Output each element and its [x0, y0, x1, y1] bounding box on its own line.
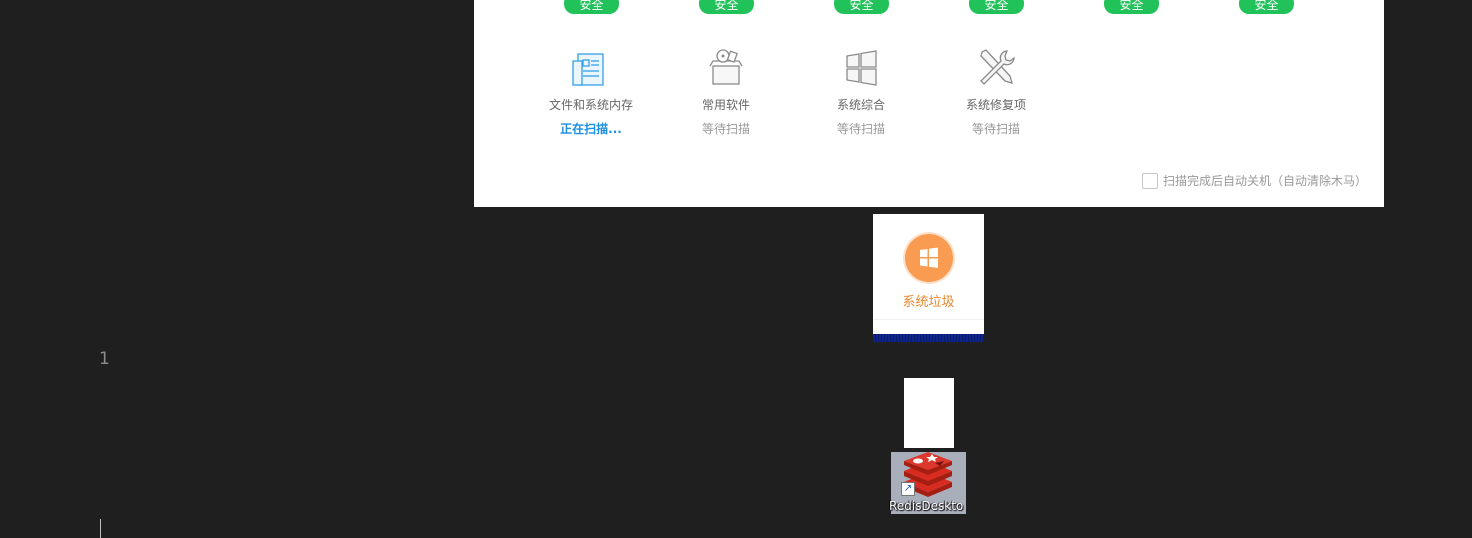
auto-shutdown-option[interactable]: 扫描完成后自动关机（自动清除木马） — [1142, 172, 1367, 189]
windows-icon — [846, 50, 877, 86]
safe-badge: 安全 — [1104, 0, 1159, 14]
scan-item-file-memory[interactable]: 文件和系统内存 正在扫描... — [531, 46, 651, 137]
scan-item-name: 文件和系统内存 — [548, 98, 633, 112]
auto-shutdown-label: 扫描完成后自动关机（自动清除木马） — [1163, 174, 1368, 188]
divider — [873, 319, 984, 320]
system-junk-tile[interactable]: 系统垃圾 — [873, 214, 984, 334]
safe-badge: 安全 — [834, 0, 889, 14]
document-icon — [572, 53, 604, 86]
scan-item-status: 等待扫描 — [836, 122, 885, 136]
auto-shutdown-checkbox[interactable] — [1142, 172, 1158, 189]
scan-item-name: 系统修复项 — [965, 98, 1026, 112]
line-number: 1 — [99, 349, 110, 369]
scan-panel: 安全 安全 安全 安全 安全 安全 文件和系统内存 正在扫描... 常用软件 等… — [474, 0, 1384, 207]
scan-item-status: 等待扫描 — [701, 122, 750, 136]
shortcut-arrow-icon: ↗ — [901, 482, 915, 496]
redis-desktop-shortcut[interactable]: ↗ RedisDeskto — [889, 452, 966, 514]
software-box-icon — [709, 49, 743, 85]
safe-badge: 安全 — [699, 0, 754, 14]
shortcut-label: RedisDeskto — [889, 499, 964, 513]
blank-block — [904, 378, 954, 448]
scan-item-status: 等待扫描 — [971, 122, 1020, 136]
scan-item-system-general[interactable]: 系统综合 等待扫描 — [801, 46, 921, 137]
safe-badge: 安全 — [564, 0, 619, 14]
selection-underline — [873, 334, 984, 342]
system-junk-label: 系统垃圾 — [902, 295, 955, 310]
safe-badge: 安全 — [969, 0, 1024, 14]
scan-item-common-software[interactable]: 常用软件 等待扫描 — [666, 46, 786, 137]
junk-windows-icon — [905, 234, 953, 282]
scan-item-name: 系统综合 — [836, 98, 885, 112]
scan-item-name: 常用软件 — [701, 98, 750, 112]
scan-item-system-repair[interactable]: 系统修复项 等待扫描 — [936, 46, 1056, 137]
repair-tools-icon — [980, 49, 1015, 85]
safe-badge: 安全 — [1239, 0, 1294, 14]
scan-item-status: 正在扫描... — [560, 122, 622, 136]
text-cursor — [100, 519, 101, 538]
